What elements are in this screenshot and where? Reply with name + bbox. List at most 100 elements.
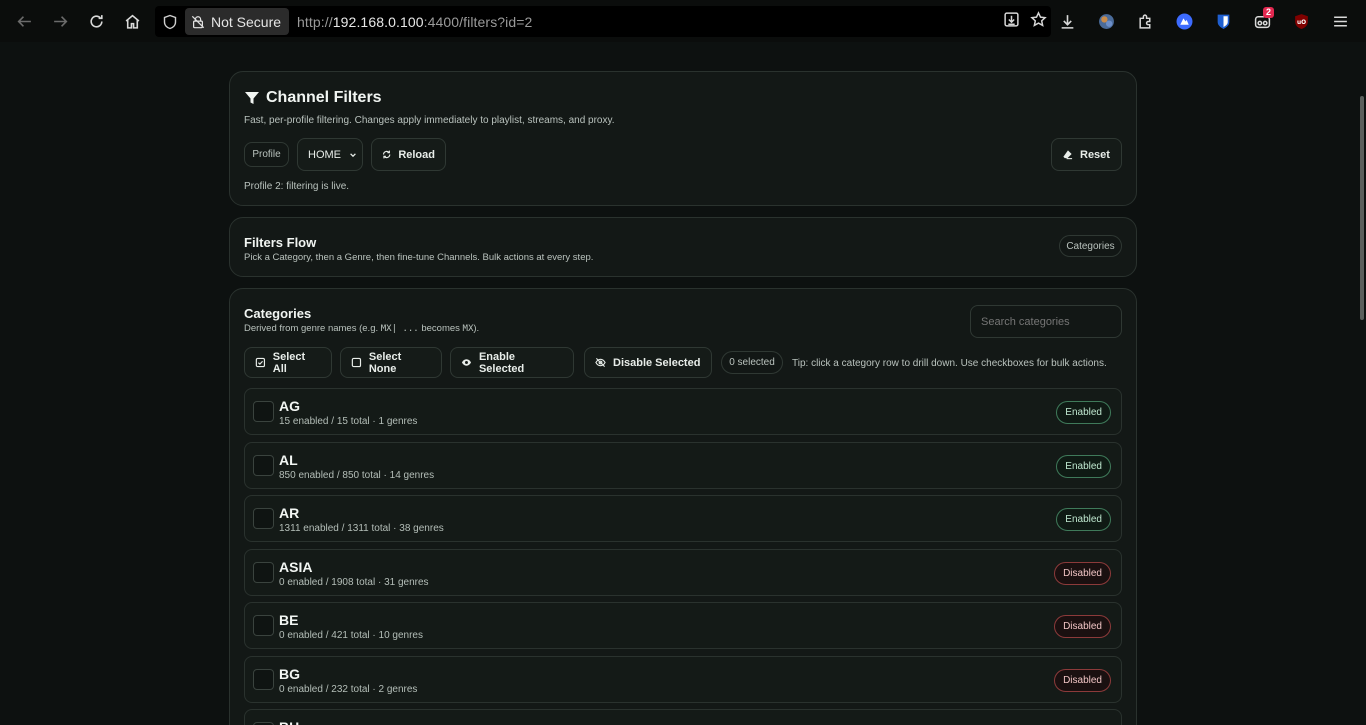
categories-card: Categories Derived from genre names (e.g… <box>229 288 1137 725</box>
container-extension-icon[interactable]: 2 <box>1243 0 1282 42</box>
url-text[interactable]: http://192.168.0.100:4400/filters?id=2 <box>297 14 532 30</box>
page-subtitle: Fast, per-profile filtering. Changes app… <box>244 115 615 126</box>
category-row[interactable]: AG 15 enabled / 15 total · 1 genres Enable… <box>244 388 1122 435</box>
browser-toolbar: Not Secure http://192.168.0.100:4400/fil… <box>0 0 1366 42</box>
category-checkbox[interactable] <box>253 561 274 583</box>
category-code: AL <box>279 451 298 468</box>
page-action-download-icon[interactable] <box>1003 11 1020 33</box>
back-icon[interactable] <box>6 0 42 42</box>
category-stats: 850 enabled / 850 total · 14 genres <box>279 469 435 481</box>
security-indicator[interactable]: Not Secure <box>185 8 290 35</box>
reload-button[interactable]: Reload <box>371 138 446 171</box>
eraser-icon <box>1063 150 1073 160</box>
select-none-label: Select None <box>368 350 402 375</box>
category-stats: 0 enabled / 421 total · 10 genres <box>279 630 423 641</box>
status-badge[interactable]: Enabled <box>1056 401 1111 424</box>
category-row[interactable]: AL 850 enabled / 850 total · 14 genres Ena… <box>244 441 1122 489</box>
security-label: Not Secure <box>211 13 282 30</box>
category-code: BH <box>279 719 299 725</box>
eye-slash-icon <box>595 357 606 368</box>
category-checkbox[interactable] <box>253 615 274 636</box>
status-badge[interactable]: Disabled <box>1054 668 1111 692</box>
extension-badge: 2 <box>1262 7 1274 18</box>
select-none-button[interactable]: Select None <box>340 347 442 378</box>
category-code: ASIA <box>279 558 313 575</box>
password-manager-icon[interactable] <box>1204 0 1243 42</box>
menu-hamburger-icon[interactable] <box>1321 0 1360 42</box>
extensions-puzzle-icon[interactable] <box>1126 0 1165 42</box>
profile-select[interactable]: HOME <box>297 138 363 171</box>
subtitle-text-mid: becomes <box>418 323 463 334</box>
account-avatar-icon[interactable] <box>1087 0 1126 42</box>
selected-count-chip: 0 selected <box>721 351 783 374</box>
downloads-icon[interactable] <box>1048 0 1087 42</box>
bookmark-star-icon[interactable] <box>1030 10 1047 33</box>
insecure-lock-icon <box>191 15 205 28</box>
svg-text:uO: uO <box>1297 20 1306 26</box>
enable-selected-label: Enable Selected <box>478 350 525 375</box>
reset-label: Reset <box>1080 148 1110 161</box>
enable-selected-button[interactable]: Enable Selected <box>450 347 574 378</box>
checkbox-empty-icon <box>351 357 362 368</box>
url-scheme: http:// <box>297 13 333 30</box>
scrollbar-thumb[interactable] <box>1360 96 1364 320</box>
select-all-button[interactable]: Select All <box>244 347 332 378</box>
category-stats: 1311 enabled / 1311 total · 38 genres <box>279 523 444 534</box>
disable-selected-button[interactable]: Disable Selected <box>584 347 712 378</box>
category-row[interactable]: BE 0 enabled / 421 total · 10 genres Disab… <box>244 602 1122 649</box>
category-stats: 15 enabled / 15 total · 1 genres <box>279 416 418 427</box>
forward-icon[interactable] <box>42 0 78 42</box>
category-checkbox[interactable] <box>253 508 274 529</box>
category-checkbox[interactable] <box>253 454 274 476</box>
category-row[interactable]: AR 1311 enabled / 1311 total · 38 genres E… <box>244 495 1122 542</box>
vpn-extension-icon[interactable] <box>1165 0 1204 42</box>
url-bar[interactable]: Not Secure http://192.168.0.100:4400/fil… <box>155 6 1051 37</box>
url-host: 192.168.0.100 <box>332 13 424 30</box>
profile-status-text: Profile 2: filtering is live. <box>244 181 350 192</box>
search-categories-input[interactable] <box>970 305 1122 338</box>
tracking-shield-icon[interactable] <box>155 6 185 37</box>
page-scrollbar[interactable] <box>1358 42 1366 725</box>
chevron-down-icon <box>350 152 356 157</box>
reload-label: Reload <box>398 148 435 161</box>
status-badge[interactable]: Disabled <box>1054 615 1111 638</box>
category-code: BG <box>279 665 300 682</box>
reset-button[interactable]: Reset <box>1051 138 1122 171</box>
category-checkbox[interactable] <box>253 401 274 422</box>
disable-selected-label: Disable Selected <box>613 356 701 369</box>
status-badge[interactable]: Enabled <box>1056 508 1111 531</box>
profile-chip: Profile <box>244 142 289 167</box>
filter-funnel-icon <box>245 92 259 104</box>
select-all-label: Select All <box>272 350 306 375</box>
channel-filters-card: Channel Filters Fast, per-profile filter… <box>229 71 1137 206</box>
category-stats: 0 enabled / 232 total · 2 genres <box>279 683 418 695</box>
category-code: AG <box>279 398 300 414</box>
subtitle-text-post: ). <box>473 323 480 334</box>
category-checkbox[interactable] <box>253 668 274 690</box>
status-badge[interactable]: Disabled <box>1054 561 1111 585</box>
ublock-origin-icon[interactable]: uO <box>1282 0 1321 42</box>
category-row[interactable]: ASIA 0 enabled / 1908 total · 31 genres Di… <box>244 548 1122 596</box>
category-stats: 0 enabled / 1908 total · 31 genres <box>279 576 429 588</box>
status-badge[interactable]: Enabled <box>1056 454 1111 478</box>
eye-icon <box>461 359 472 366</box>
profile-select-value: HOME <box>308 148 341 161</box>
categories-tip: Tip: click a category row to drill down.… <box>792 358 1107 369</box>
filters-flow-card: Filters Flow Pick a Category, then a Gen… <box>229 217 1137 277</box>
category-code: BE <box>279 612 299 628</box>
subtitle-code-example: MX| ... <box>380 324 419 334</box>
home-icon[interactable] <box>114 0 150 42</box>
flow-subtitle: Pick a Category, then a Genre, then fine… <box>244 252 594 263</box>
refresh-icon <box>382 150 391 159</box>
subtitle-code-result: MX <box>462 324 474 334</box>
checkbox-checked-icon <box>255 357 266 368</box>
flow-step-chip[interactable]: Categories <box>1059 235 1122 257</box>
flow-title: Filters Flow <box>244 235 317 250</box>
categories-title: Categories <box>244 306 312 321</box>
url-path: :4400/filters?id=2 <box>423 13 533 30</box>
category-row[interactable]: BG 0 enabled / 232 total · 2 genres Disabl… <box>244 655 1122 703</box>
category-row[interactable]: BH <box>244 709 1122 725</box>
reload-page-icon[interactable] <box>78 0 114 42</box>
categories-subtitle: Derived from genre names (e.g. MX| ... b… <box>244 323 479 334</box>
page-title: Channel Filters <box>266 89 382 106</box>
